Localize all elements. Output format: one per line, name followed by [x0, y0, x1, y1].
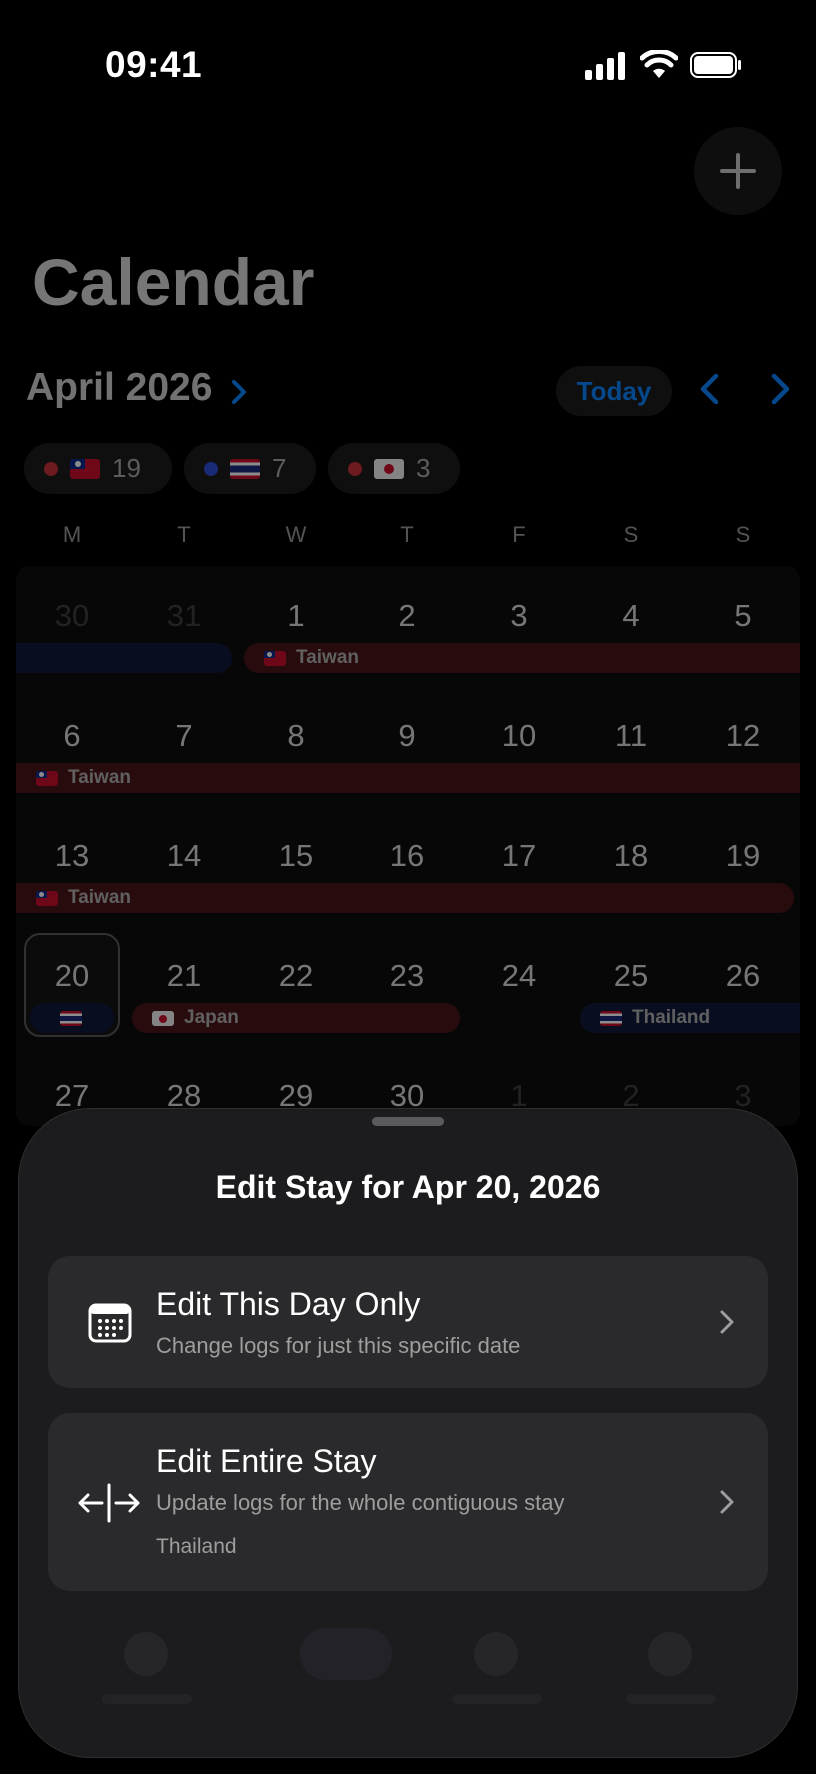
status-dot [44, 461, 58, 476]
chip-count: 7 [272, 453, 287, 483]
stay-bar-taiwan[interactable]: Taiwan [16, 883, 794, 913]
summary-chip-japan[interactable]: 3 [328, 443, 460, 494]
status-dot [348, 461, 362, 476]
calendar-day[interactable]: 11 [591, 718, 671, 754]
weekday-label: M [62, 522, 82, 547]
calendar-day[interactable]: 22 [256, 958, 336, 994]
chevron-right-icon [720, 1310, 734, 1334]
calendar-day[interactable]: 21 [144, 958, 224, 994]
weekday-label: W [285, 522, 307, 547]
previous-month-button[interactable] [696, 372, 722, 406]
calendar-day[interactable]: 9 [367, 718, 447, 754]
tab-label-ghost [626, 1694, 716, 1704]
sheet-title: Edit Stay for Apr 20, 2026 [215, 1169, 601, 1205]
japan-flag-icon [374, 458, 404, 479]
taiwan-flag-icon [36, 890, 58, 906]
tab-label-ghost [102, 1694, 192, 1704]
calendar-day[interactable]: 14 [144, 838, 224, 874]
stay-bar-thailand-day[interactable] [30, 1003, 114, 1033]
month-title[interactable]: April 2026 [26, 366, 212, 410]
plus-icon [720, 153, 756, 189]
taiwan-flag-icon [264, 650, 286, 666]
calendar-day[interactable]: 16 [367, 838, 447, 874]
summary-chip-taiwan[interactable]: 19 [24, 443, 172, 494]
chip-count: 3 [416, 453, 431, 483]
calendar-day[interactable]: 23 [367, 958, 447, 994]
tab-label-ghost [452, 1694, 542, 1704]
stay-bar-thailand[interactable]: Thailand [580, 1003, 800, 1033]
calendar-day[interactable]: 2 [367, 598, 447, 634]
stay-label: Japan [184, 1007, 239, 1028]
tab-icon-ghost [474, 1632, 518, 1676]
stay-label: Taiwan [296, 647, 359, 668]
calendar-day[interactable]: 30 [32, 598, 112, 634]
thailand-flag-icon [230, 458, 260, 479]
option-stay-country: Thailand [156, 1535, 237, 1558]
wifi-icon [640, 50, 678, 78]
calendar-icon [88, 1303, 132, 1343]
page-title: Calendar [32, 245, 315, 319]
calendar-day[interactable]: 8 [256, 718, 336, 754]
calendar-day[interactable]: 1 [256, 598, 336, 634]
stay-label: Taiwan [68, 887, 131, 908]
tab-icon-ghost [648, 1632, 692, 1676]
chevron-right-icon [232, 380, 246, 404]
calendar-day[interactable]: 3 [479, 598, 559, 634]
japan-flag-icon [152, 1010, 174, 1026]
add-stay-button[interactable] [694, 127, 782, 215]
calendar-day[interactable]: 24 [479, 958, 559, 994]
calendar-day[interactable]: 4 [591, 598, 671, 634]
calendar-day[interactable]: 13 [32, 838, 112, 874]
option-title: Edit This Day Only [156, 1286, 421, 1322]
calendar-day[interactable]: 12 [703, 718, 783, 754]
tab-icon-ghost [300, 1628, 392, 1680]
calendar-day[interactable]: 20 [32, 958, 112, 994]
cellular-signal-icon [585, 52, 625, 80]
calendar-day[interactable]: 25 [591, 958, 671, 994]
thailand-flag-icon [60, 1010, 82, 1026]
option-title: Edit Entire Stay [156, 1443, 377, 1479]
taiwan-flag-icon [70, 458, 100, 479]
status-time: 09:41 [105, 44, 203, 85]
weekday-label: S [735, 522, 751, 547]
next-month-button[interactable] [768, 372, 794, 406]
today-button[interactable]: Today [556, 366, 672, 416]
stay-label: Taiwan [68, 767, 131, 788]
weekday-label: T [400, 522, 414, 547]
option-subtitle: Update logs for the whole contiguous sta… [156, 1490, 565, 1515]
calendar-day[interactable]: 26 [703, 958, 783, 994]
calendar-day[interactable]: 7 [144, 718, 224, 754]
chevron-right-icon [720, 1490, 734, 1514]
calendar-day[interactable]: 18 [591, 838, 671, 874]
sheet-grabber[interactable] [372, 1117, 444, 1126]
stay-label: Thailand [632, 1007, 711, 1028]
thailand-flag-icon [600, 1010, 622, 1026]
weekday-label: S [623, 522, 639, 547]
weekday-label: T [177, 522, 191, 547]
option-subtitle: Change logs for just this specific date [156, 1333, 521, 1358]
stay-bar-taiwan[interactable]: Taiwan [244, 643, 800, 673]
edit-entire-stay-option[interactable]: Edit Entire Stay Update logs for the who… [48, 1413, 768, 1591]
battery-icon [690, 52, 741, 78]
status-dot [204, 461, 218, 476]
calendar-day[interactable]: 17 [479, 838, 559, 874]
calendar-day[interactable]: 5 [703, 598, 783, 634]
taiwan-flag-icon [36, 770, 58, 786]
chip-count: 19 [112, 453, 141, 483]
calendar-day[interactable]: 31 [144, 598, 224, 634]
summary-chip-thailand[interactable]: 7 [184, 443, 316, 494]
edit-this-day-option[interactable]: Edit This Day Only Change logs for just … [48, 1256, 768, 1388]
stay-bar-taiwan[interactable]: Taiwan [16, 763, 800, 793]
calendar-day[interactable]: 19 [703, 838, 783, 874]
calendar-day[interactable]: 10 [479, 718, 559, 754]
stay-bar-previous[interactable] [16, 643, 232, 673]
weekday-label: F [512, 522, 526, 547]
split-arrows-icon [78, 1483, 140, 1523]
calendar-day[interactable]: 6 [32, 718, 112, 754]
tab-icon-ghost [124, 1632, 168, 1676]
calendar-day[interactable]: 15 [256, 838, 336, 874]
stay-bar-japan[interactable]: Japan [132, 1003, 460, 1033]
